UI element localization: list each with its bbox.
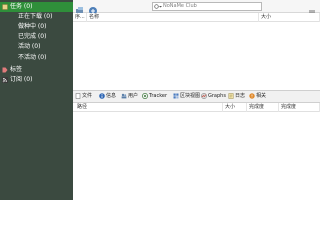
detail-tabs: 文件 信息 用户 Tracker 区块视图 Graphs 日志 相关 — [73, 90, 320, 103]
sidebar-item-tasks[interactable]: 任务 (0) — [0, 2, 73, 12]
search-placeholder: NoNaMe Club — [163, 3, 197, 9]
tab-peers[interactable]: 用户 — [121, 91, 138, 102]
tab-files[interactable]: 文件 — [75, 91, 92, 102]
sidebar-item-label: 标签 — [10, 66, 23, 73]
search-input[interactable]: NoNaMe Club — [152, 2, 262, 11]
sidebar-item-label: 已完成 (0) — [18, 33, 47, 40]
sidebar-item-active[interactable]: 活动 (0) — [0, 42, 73, 52]
tab-graphs[interactable]: Graphs — [201, 91, 226, 102]
sidebar-item-label: 不活动 (0) — [18, 54, 47, 61]
tab-log[interactable]: 日志 — [228, 91, 245, 102]
tab-info[interactable]: 信息 — [99, 91, 116, 102]
tab-trackers[interactable]: Tracker — [142, 91, 167, 102]
search-dropdown-icon — [154, 4, 162, 10]
column-header-path[interactable]: 路径 — [73, 103, 223, 112]
toolbar: NoNaMe Club — [73, 0, 320, 16]
sidebar-item-downloading[interactable]: 正在下载 (0) — [0, 12, 73, 22]
tab-label: 相关 — [256, 93, 267, 99]
sidebar-item-label: 活动 (0) — [18, 43, 41, 50]
sidebar-item-label: 订阅 (0) — [10, 76, 33, 83]
graphs-icon — [201, 92, 207, 99]
sidebar-item-inactive[interactable]: 不活动 (0) — [0, 53, 73, 63]
sidebar-item-label: 做种中 (0) — [18, 23, 47, 30]
pieces-icon — [173, 93, 179, 99]
sidebar-item-seeding[interactable]: 做种中 (0) — [0, 22, 73, 32]
file-list[interactable]: 路径 大小 完成度 完成度 — [73, 103, 320, 200]
tab-label: Graphs — [208, 93, 226, 99]
tab-label: 信息 — [106, 93, 117, 99]
log-icon — [228, 92, 234, 99]
tab-label: Tracker — [149, 93, 168, 99]
rss-icon — [2, 76, 8, 83]
users-icon — [121, 93, 127, 99]
tag-icon — [2, 67, 8, 73]
sidebar-item-label: 任务 (0) — [10, 3, 33, 10]
column-header-size[interactable]: 大小 — [259, 13, 320, 22]
sidebar-item-completed[interactable]: 已完成 (0) — [0, 32, 73, 42]
sidebar-item-label: 正在下载 (0) — [18, 13, 53, 20]
tab-label: 用户 — [128, 93, 139, 99]
column-header-progress-2[interactable]: 完成度 — [279, 103, 320, 112]
menu-button[interactable] — [308, 2, 316, 16]
related-icon — [249, 92, 255, 99]
app-window: 任务 (0) 正在下载 (0) 做种中 (0) 已完成 (0) 活动 (0) 不… — [0, 0, 320, 200]
sidebar-item-rss[interactable]: 订阅 (0) — [0, 75, 73, 85]
column-header-name[interactable]: 名称 — [87, 13, 259, 22]
tab-label: 文件 — [82, 93, 93, 99]
column-header-index[interactable]: 序... — [73, 13, 87, 22]
tab-pieces[interactable]: 区块视图 — [173, 91, 200, 102]
torrent-list[interactable]: 序... 名称 大小 — [73, 13, 320, 90]
tracker-icon — [142, 92, 148, 99]
tasks-icon — [2, 3, 8, 10]
file-icon — [75, 92, 81, 99]
sidebar: 任务 (0) 正在下载 (0) 做种中 (0) 已完成 (0) 活动 (0) 不… — [0, 0, 73, 200]
file-list-header: 路径 大小 完成度 完成度 — [73, 103, 320, 112]
torrent-list-header: 序... 名称 大小 — [73, 13, 320, 22]
sidebar-item-tags[interactable]: 标签 — [0, 65, 73, 75]
info-icon — [99, 92, 105, 99]
add-link-button[interactable] — [88, 1, 98, 15]
column-header-size[interactable]: 大小 — [223, 103, 247, 112]
tab-related[interactable]: 相关 — [249, 91, 266, 102]
tab-label: 区块视图 — [180, 93, 201, 99]
tab-label: 日志 — [235, 93, 246, 99]
add-torrent-button[interactable] — [75, 1, 85, 15]
column-header-progress[interactable]: 完成度 — [247, 103, 279, 112]
